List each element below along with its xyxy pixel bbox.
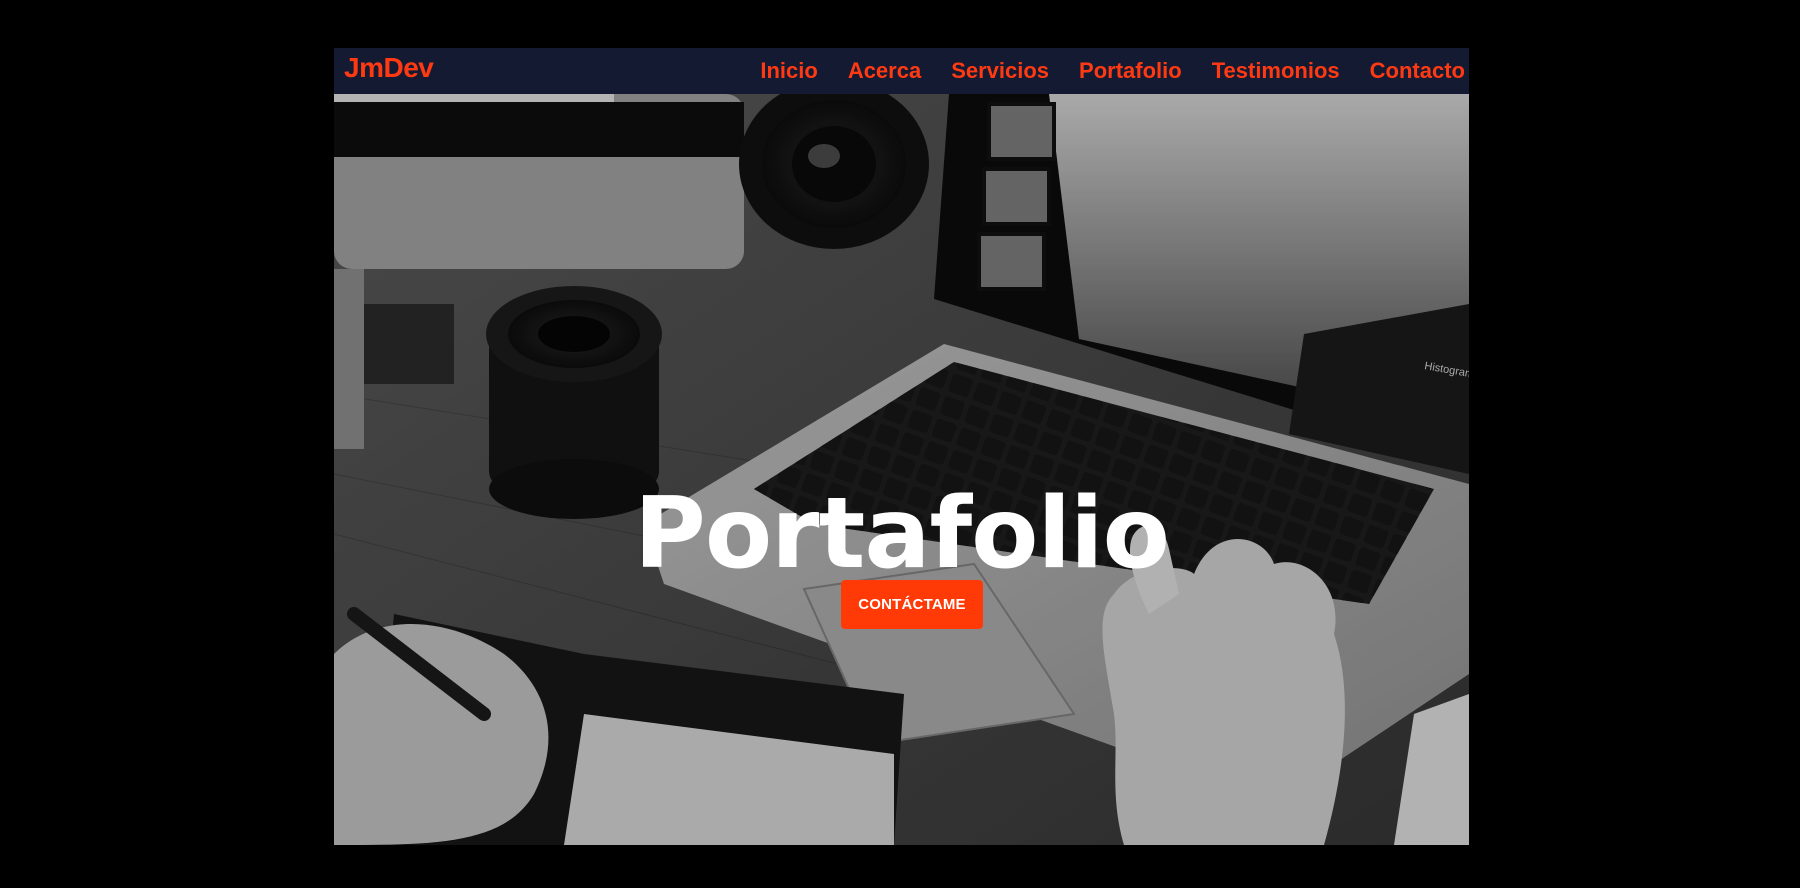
hero-section: Histogram Portafolio CONTÁCTAME: [334, 94, 1469, 845]
contact-me-button[interactable]: CONTÁCTAME: [841, 580, 983, 629]
nav-link-testimonios[interactable]: Testimonios: [1212, 58, 1340, 84]
nav-link-inicio[interactable]: Inicio: [760, 58, 817, 84]
brand-logo[interactable]: JmDev: [344, 52, 434, 84]
nav-link-portafolio[interactable]: Portafolio: [1079, 58, 1182, 84]
hero-dark-overlay: [334, 94, 1469, 845]
nav-link-contacto[interactable]: Contacto: [1370, 58, 1465, 84]
nav-link-servicios[interactable]: Servicios: [951, 58, 1049, 84]
hero-title: Portafolio: [634, 476, 1170, 591]
nav-link-acerca[interactable]: Acerca: [848, 58, 921, 84]
navbar: JmDev Inicio Acerca Servicios Portafolio…: [334, 48, 1469, 94]
nav-links: Inicio Acerca Servicios Portafolio Testi…: [760, 48, 1465, 94]
website-viewport: JmDev Inicio Acerca Servicios Portafolio…: [334, 48, 1469, 845]
